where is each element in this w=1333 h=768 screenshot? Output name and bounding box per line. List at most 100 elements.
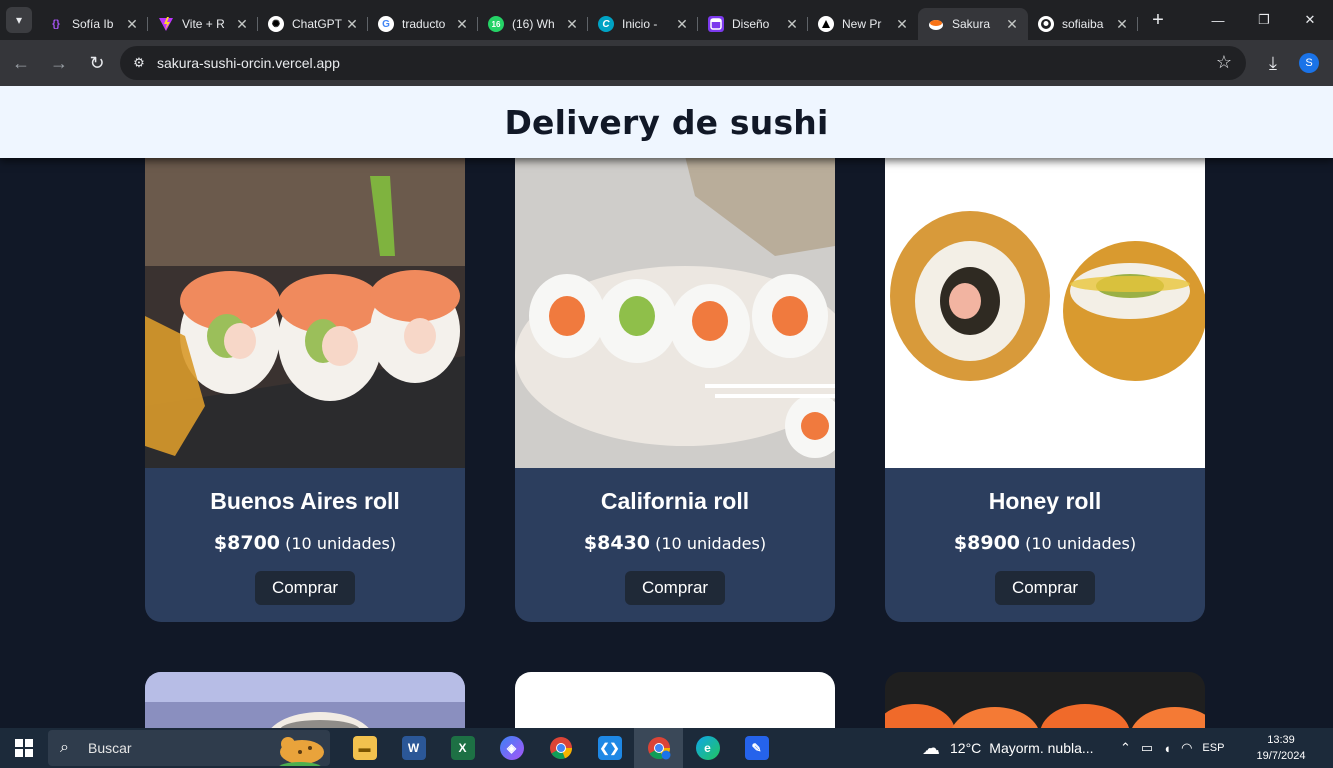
close-tab-icon[interactable]: ✕ (564, 16, 580, 33)
california-roll-photo (515, 156, 835, 468)
paint-icon[interactable]: ✎ (732, 728, 781, 768)
address-bar[interactable]: ⚙ sakura-sushi-orcin.vercel.app ☆ (120, 46, 1246, 80)
product-price-line: $8900 (10 unidades) (885, 532, 1205, 554)
tab-new-project[interactable]: New Pr ✕ (808, 8, 918, 40)
clock-date: 19/7/2024 (1256, 750, 1306, 762)
product-units: (10 unidades) (285, 534, 397, 553)
reload-icon[interactable]: ↻ (80, 46, 114, 80)
tab-diseno[interactable]: Diseño ✕ (698, 8, 808, 40)
excel-icon[interactable]: X (438, 728, 487, 768)
page-title: Delivery de sushi (504, 102, 829, 142)
product-units: (10 unidades) (1025, 534, 1137, 553)
product-name: Honey roll (988, 488, 1102, 514)
vercel-icon (818, 16, 834, 32)
tab-title: Diseño (732, 17, 770, 31)
product-name: California roll (600, 488, 750, 514)
download-icon[interactable]: ⤓ (1255, 46, 1291, 80)
bookmark-star-icon[interactable]: ☆ (1216, 52, 1232, 73)
buy-button[interactable]: Comprar (625, 571, 725, 605)
buenos-aires-roll-photo (145, 156, 465, 468)
canva-icon: C (598, 16, 614, 32)
tab-canva[interactable]: C Inicio - ✕ (588, 8, 698, 40)
tab-title: Sakura (952, 17, 991, 31)
product-price-line: $8430 (10 unidades) (515, 532, 835, 554)
copilot-icon[interactable]: ◈ (487, 728, 536, 768)
code-brackets-icon: {} (52, 18, 60, 30)
edge-icon[interactable]: e (683, 728, 732, 768)
url-text[interactable]: sakura-sushi-orcin.vercel.app (157, 55, 340, 71)
minimize-icon[interactable]: — (1195, 0, 1241, 40)
product-info: California roll $8430 (10 unidades) Comp… (515, 468, 835, 622)
file-explorer-icon[interactable]: ▬ (340, 728, 389, 768)
tab-sakura[interactable]: Sakura ✕ (918, 8, 1028, 40)
chevron-up-icon[interactable]: ⌃ (1120, 740, 1131, 756)
product-card-partial (515, 672, 835, 728)
close-tab-icon[interactable]: ✕ (674, 16, 690, 33)
site-info-icon[interactable]: ⚙ (128, 52, 150, 74)
tab-title: Inicio - (622, 17, 658, 31)
product-card: Buenos Aires roll $8700 (10 unidades) Co… (145, 156, 465, 622)
product-name: Buenos Aires roll (210, 488, 400, 514)
product-units: (10 unidades) (655, 534, 767, 553)
buy-button[interactable]: Comprar (995, 571, 1095, 605)
tab-list: {} Sofía Ib ✕ Vite + R ✕ ✺ ChatGPT ✕ G t… (38, 0, 1138, 40)
site-header: Delivery de sushi (0, 86, 1333, 158)
product-card-partial (885, 672, 1205, 728)
tab-whatsapp[interactable]: 16 (16) Wh ✕ (478, 8, 588, 40)
tab-chatgpt[interactable]: ✺ ChatGPT ✕ (258, 8, 368, 40)
clock[interactable]: 13:39 19/7/2024 (1254, 732, 1308, 764)
tab-title: traducto (402, 17, 446, 31)
product-photo-partial (885, 672, 1205, 728)
product-price: $8700 (213, 532, 281, 554)
toolbar-right: ⤓ S (1255, 46, 1333, 80)
language-indicator[interactable]: ESP (1202, 742, 1224, 754)
browser-toolbar: ← → ↻ ⚙ sakura-sushi-orcin.vercel.app ☆ … (0, 40, 1333, 86)
chatgpt-icon: ✺ (268, 16, 284, 32)
tab-github[interactable]: sofiaiba ✕ (1028, 8, 1138, 40)
close-window-icon[interactable]: ✕ (1287, 0, 1333, 40)
clock-time: 13:39 (1267, 734, 1295, 746)
weather-widget[interactable]: ☁ 12°C Mayorm. nubla... (922, 728, 1094, 768)
search-icon: ⌕ (60, 739, 69, 756)
close-tab-icon[interactable]: ✕ (344, 16, 360, 33)
taskbar-search-placeholder: Buscar (88, 740, 132, 756)
vscode-icon[interactable]: ❮❯ (585, 728, 634, 768)
restore-icon[interactable]: ❐ (1241, 0, 1287, 40)
chrome-icon[interactable] (536, 728, 585, 768)
web-page: Delivery de sushi Buenos Aires roll $870… (0, 86, 1333, 728)
volume-icon[interactable]: ◖ (1163, 741, 1171, 756)
system-tray: ⌃ ▭ ◖ ◠ ESP (1120, 728, 1234, 768)
vite-icon (158, 16, 174, 32)
taskbar: ⌕ Buscar ▬ W X ◈ ❮❯ e ✎ ☁ 12°C Mayorm. n… (0, 728, 1333, 768)
product-info: Honey roll $8900 (10 unidades) Comprar (885, 468, 1205, 622)
tab-sofia[interactable]: {} Sofía Ib ✕ (38, 8, 148, 40)
battery-icon[interactable]: ▭ (1141, 740, 1153, 756)
close-tab-icon[interactable]: ✕ (784, 16, 800, 33)
wifi-icon[interactable]: ◠ (1181, 740, 1192, 756)
chrome-profile-icon[interactable] (634, 728, 683, 768)
design-icon (708, 16, 724, 32)
new-tab-button[interactable]: + (1144, 6, 1172, 34)
product-price: $8430 (583, 532, 651, 554)
product-photo-partial (145, 672, 465, 728)
tab-title: Vite + R (182, 17, 225, 31)
tab-traductor[interactable]: G traducto ✕ (368, 8, 478, 40)
windows-start-icon[interactable] (0, 728, 48, 768)
close-tab-icon[interactable]: ✕ (1114, 16, 1130, 33)
tab-title: sofiaiba (1062, 17, 1104, 31)
close-tab-icon[interactable]: ✕ (1004, 16, 1020, 33)
close-tab-icon[interactable]: ✕ (124, 16, 140, 33)
buy-button[interactable]: Comprar (255, 571, 355, 605)
word-icon[interactable]: W (389, 728, 438, 768)
close-tab-icon[interactable]: ✕ (894, 16, 910, 33)
taskbar-search[interactable]: ⌕ Buscar (48, 730, 330, 766)
forward-icon[interactable]: → (42, 46, 76, 80)
close-tab-icon[interactable]: ✕ (234, 16, 250, 33)
tab-search-button[interactable]: ▾ (6, 7, 32, 33)
google-icon: G (378, 16, 394, 32)
tab-vite[interactable]: Vite + R ✕ (148, 8, 258, 40)
close-tab-icon[interactable]: ✕ (454, 16, 470, 33)
back-icon[interactable]: ← (4, 46, 38, 80)
profile-avatar[interactable]: S (1299, 53, 1319, 73)
tab-title: New Pr (842, 17, 882, 31)
